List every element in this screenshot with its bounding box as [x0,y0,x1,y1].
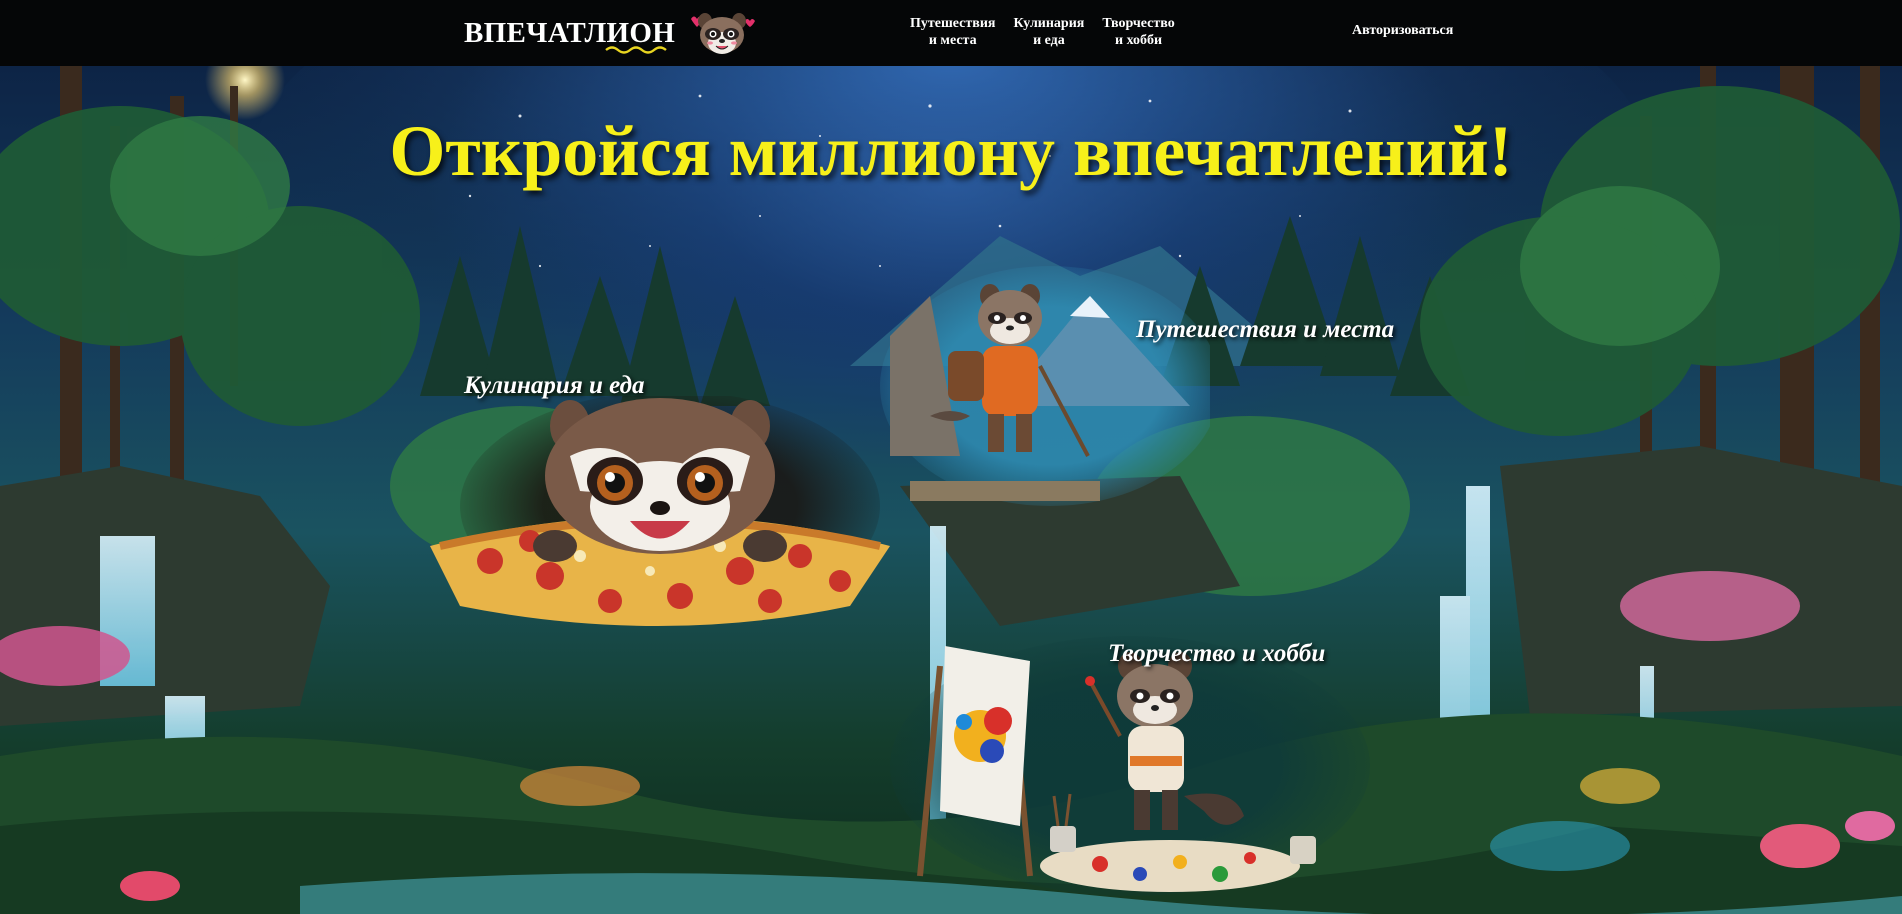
site-logo[interactable]: ВПЕЧАТЛИОН [464,10,759,56]
card-cooking-label[interactable]: Кулинария и еда [464,372,644,400]
card-hobby-label[interactable]: Творчество и хобби [1108,640,1325,668]
pizza-raccoon-icon [430,391,890,626]
hiking-raccoon-icon [880,266,1220,506]
nav-hobby[interactable]: Творчество и хобби [1102,15,1174,49]
card-travel-label[interactable]: Путешествия и места [1136,316,1394,344]
nav-travel[interactable]: Путешествия и места [910,15,995,49]
top-navbar: ВПЕЧАТЛИОН Путешествия и места Кулинария… [0,0,1902,66]
page: ВПЕЧАТЛИОН Путешествия и места Кулинария… [0,0,1902,914]
login-button[interactable]: Авторизоваться [1352,23,1453,39]
hero-headline: Откройся миллиону впечатлений! [389,111,1513,191]
hero-section: Откройся миллиону впечатлений! Путешеств… [0,66,1902,914]
nav-cooking[interactable]: Кулинария и еда [1013,15,1084,49]
main-nav: Путешествия и места Кулинария и еда Твор… [910,15,1175,49]
card-travel[interactable] [870,256,1220,506]
logo-squiggle-icon [605,46,667,54]
raccoon-logo-icon [691,13,756,54]
card-cooking[interactable] [420,391,900,636]
